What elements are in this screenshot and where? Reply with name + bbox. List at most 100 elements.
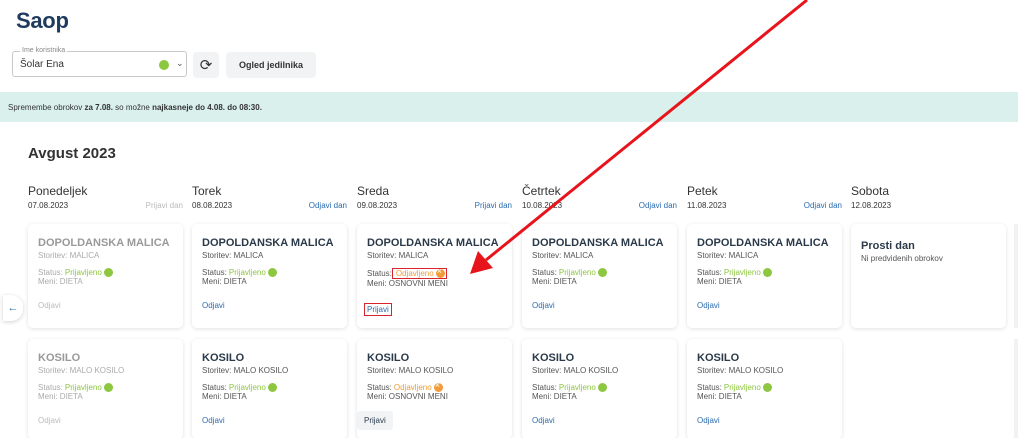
meal-title: KOSILO xyxy=(38,352,81,364)
next-card-edge xyxy=(1014,339,1018,438)
meal-card-snack-mon: DOPOLDANSKA MALICA Storitev: MALICA Stat… xyxy=(28,224,183,328)
day-signup-button[interactable]: Prijavi dan xyxy=(146,201,183,210)
status-label: Status: xyxy=(38,383,63,392)
meal-menu: Meni: DIETA xyxy=(532,392,677,401)
meal-card-lunch-mon: KOSILO Storitev: MALO KOSILO Status: Prij… xyxy=(28,339,183,438)
meal-card-snack-wed: DOPOLDANSKA MALICA Storitev: MALICA Stat… xyxy=(357,224,512,328)
meal-title: KOSILO xyxy=(697,352,740,364)
month-title: Avgust 2023 xyxy=(28,145,116,162)
day-cancel-button[interactable]: Odjavi dan xyxy=(804,201,842,210)
day-header-mon: Ponedeljek 07.08.2023 Prijavi dan xyxy=(28,184,183,214)
next-card-edge xyxy=(1014,224,1018,328)
signup-meal-button[interactable]: Prijavi xyxy=(357,411,393,430)
meal-service: Storitev: MALO KOSILO xyxy=(367,366,454,375)
meal-card-lunch-tue: KOSILO Storitev: MALO KOSILO Status: Prij… xyxy=(192,339,347,438)
status-value: Prijavljeno xyxy=(723,268,761,277)
cancel-meal-button[interactable]: Odjavi xyxy=(38,416,61,425)
menu-value: DIETA xyxy=(553,392,577,401)
chevron-down-icon[interactable]: ⌄ xyxy=(176,58,184,69)
menu-prefix: Meni: xyxy=(697,277,719,286)
check-circle-icon xyxy=(103,383,113,392)
meal-service: Storitev: MALICA xyxy=(367,251,429,260)
status-value: Prijavljeno xyxy=(723,383,761,392)
day-date: 07.08.2023 xyxy=(28,201,69,210)
menu-prefix: Meni: xyxy=(367,279,389,288)
meal-title: KOSILO xyxy=(202,352,245,364)
meal-card-lunch-thu: KOSILO Storitev: MALO KOSILO Status: Prij… xyxy=(522,339,677,438)
meal-card-snack-thu: DOPOLDANSKA MALICA Storitev: MALICA Stat… xyxy=(522,224,677,328)
day-name: Sreda xyxy=(357,184,390,198)
day-name: Torek xyxy=(192,184,222,198)
day-cancel-button[interactable]: Odjavi dan xyxy=(309,201,347,210)
status-label: Status: xyxy=(202,268,227,277)
cancel-meal-button[interactable]: Odjavi xyxy=(532,301,555,310)
cancel-meal-button[interactable]: Odjavi xyxy=(532,416,555,425)
day-signup-button[interactable]: Prijavi dan xyxy=(475,201,512,210)
meal-status: Status: Prijavljeno xyxy=(532,268,677,277)
meal-status: Status: Odjavljeno xyxy=(367,266,512,279)
day-header-tue: Torek 08.08.2023 Odjavi dan xyxy=(192,184,347,214)
arrow-left-icon: ← xyxy=(7,302,19,314)
menu-prefix: Meni: xyxy=(697,392,719,401)
meal-title: KOSILO xyxy=(532,352,575,364)
meal-status: Status: Prijavljeno xyxy=(38,383,183,392)
user-select[interactable]: Ime koristnika Šolar Ena ⌄ xyxy=(12,46,187,77)
status-label: Status: xyxy=(697,268,722,277)
saop-logo: Saop xyxy=(16,8,69,33)
menu-value: DIETA xyxy=(223,277,247,286)
cancel-meal-button[interactable]: Odjavi xyxy=(38,301,61,310)
refresh-icon: ⟳ xyxy=(199,57,213,74)
deadline-banner: Spremembe obrokov za 7.08. so možne najk… xyxy=(0,92,1018,122)
cancel-meal-button[interactable]: Odjavi xyxy=(697,301,720,310)
day-cancel-button[interactable]: Odjavi dan xyxy=(639,201,677,210)
cancelled-circle-icon xyxy=(435,266,445,278)
meal-card-lunch-wed: KOSILO Storitev: MALO KOSILO Status: Odja… xyxy=(357,339,512,438)
status-label: Status: xyxy=(38,268,63,277)
day-header-thu: Četrtek 10.08.2023 Odjavi dan xyxy=(522,184,677,214)
refresh-button[interactable]: ⟳ xyxy=(193,52,219,78)
banner-date: za 7.08. xyxy=(84,103,113,112)
day-date: 09.08.2023 xyxy=(357,201,398,210)
check-circle-icon xyxy=(597,383,607,392)
meal-title: DOPOLDANSKA MALICA xyxy=(202,237,334,249)
check-circle-icon xyxy=(597,268,607,277)
signup-meal-button[interactable]: Prijavi xyxy=(364,303,392,316)
banner-prefix: Spremembe obrokov xyxy=(8,103,85,112)
menu-value: OSNOVNI MENI xyxy=(388,392,448,401)
meal-menu: Meni: DIETA xyxy=(697,392,842,401)
status-highlight: Odjavljeno xyxy=(391,266,447,279)
meal-status: Status: Prijavljeno xyxy=(697,383,842,392)
cancel-meal-button[interactable]: Odjavi xyxy=(697,416,720,425)
meal-status: Status: Odjavljeno xyxy=(367,380,512,392)
status-label: Status: xyxy=(202,383,227,392)
status-value: Odjavljeno xyxy=(395,269,434,278)
meal-status: Status: Prijavljeno xyxy=(202,383,347,392)
menu-value: OSNOVNI MENI xyxy=(388,279,448,288)
day-name: Četrtek xyxy=(522,184,561,198)
meal-menu: Meni: DIETA xyxy=(38,392,183,401)
view-menu-button[interactable]: Ogled jedilnika xyxy=(226,52,316,78)
menu-value: DIETA xyxy=(59,392,83,401)
meal-service: Storitev: MALICA xyxy=(202,251,264,260)
status-value: Prijavljeno xyxy=(64,383,102,392)
meal-menu: Meni: OSNOVNI MENI xyxy=(367,392,512,401)
meal-menu: Meni: DIETA xyxy=(38,277,183,286)
menu-value: DIETA xyxy=(223,392,247,401)
meal-card-snack-tue: DOPOLDANSKA MALICA Storitev: MALICA Stat… xyxy=(192,224,347,328)
banner-deadline: najkasneje do 4.08. do 08:30. xyxy=(152,103,262,112)
day-date: 10.08.2023 xyxy=(522,201,563,210)
cancel-meal-button[interactable]: Odjavi xyxy=(202,416,225,425)
user-select-value: Šolar Ena xyxy=(20,59,64,70)
meal-title: DOPOLDANSKA MALICA xyxy=(367,237,499,249)
status-value: Prijavljeno xyxy=(64,268,102,277)
free-day-card: Prosti dan Ni predvidenih obrokov xyxy=(851,224,1006,328)
status-label: Status: xyxy=(367,269,392,278)
previous-week-button[interactable]: ← xyxy=(3,295,23,321)
cancel-meal-button[interactable]: Odjavi xyxy=(202,301,225,310)
day-header-wed: Sreda 09.08.2023 Prijavi dan xyxy=(357,184,512,214)
meal-menu: Meni: DIETA xyxy=(532,277,677,286)
day-date: 08.08.2023 xyxy=(192,201,233,210)
day-header-sat: Sobota 12.08.2023 xyxy=(851,184,1006,214)
menu-prefix: Meni: xyxy=(202,277,224,286)
status-value: Odjavljeno xyxy=(393,383,432,392)
